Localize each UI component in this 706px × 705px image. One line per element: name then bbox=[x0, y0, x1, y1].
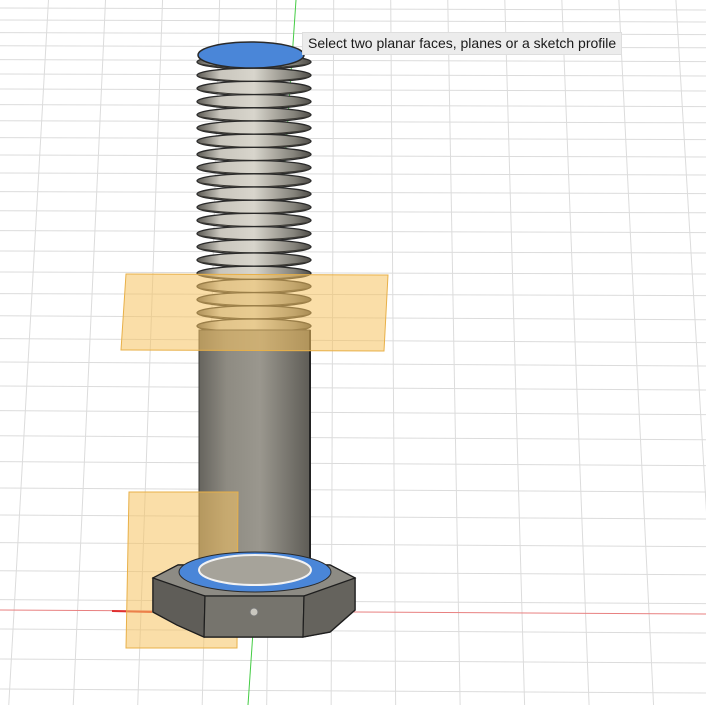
thread-ridge bbox=[196, 120, 312, 136]
thread-ridge bbox=[196, 225, 312, 242]
hex-bolt-model[interactable] bbox=[151, 551, 357, 638]
thread-ridge bbox=[196, 239, 312, 255]
canvas-viewport[interactable]: Select two planar faces, planes or a ske… bbox=[0, 0, 706, 705]
tooltip: Select two planar faces, planes or a ske… bbox=[302, 32, 623, 55]
thread-ridge bbox=[196, 199, 312, 215]
thread-ridge bbox=[196, 133, 312, 149]
thread-ridge bbox=[196, 67, 312, 83]
thread-ridge bbox=[196, 107, 312, 123]
selected-face-highlight[interactable] bbox=[197, 41, 305, 69]
thread-ridge bbox=[196, 252, 312, 268]
thread-ridge bbox=[196, 186, 312, 202]
thread-ridge bbox=[196, 80, 312, 97]
thread-ridge bbox=[196, 146, 312, 163]
thread-ridge bbox=[196, 159, 312, 176]
thread-ridge bbox=[196, 93, 312, 110]
thread-ridge bbox=[196, 212, 312, 229]
origin-point[interactable] bbox=[249, 607, 259, 617]
offset-plane[interactable] bbox=[120, 273, 389, 352]
3d-scene[interactable] bbox=[0, 0, 706, 705]
thread-ridge bbox=[196, 173, 312, 189]
